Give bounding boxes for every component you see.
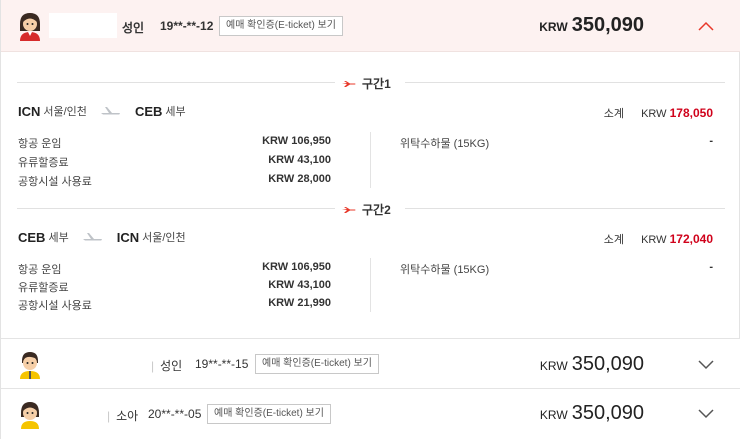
baggage-label: 위탁수하물 (15KG) [400, 264, 490, 276]
chevron-up-icon[interactable] [698, 21, 714, 31]
passenger-name-redacted [49, 13, 117, 38]
subtotal-currency: KRW [641, 234, 667, 246]
airplane-icon [82, 233, 102, 241]
fee-label: 항공 운임 [18, 264, 62, 276]
fee-value: KRW 43,100 [268, 279, 331, 291]
airplane-icon [342, 80, 356, 87]
subtotal-currency: KRW [641, 108, 667, 120]
segment-label-1: 구간1 [342, 75, 391, 92]
destination-code: ICN [116, 229, 140, 245]
adult-female-avatar-icon [20, 13, 40, 41]
column-divider [370, 132, 371, 188]
origin-code: ICN [18, 103, 41, 119]
total-amount: 350,090 [571, 402, 644, 424]
segment-subtotal-2: 소계 KRW 172,040 [604, 231, 713, 247]
passenger-total: KRW 350,090 [540, 402, 644, 425]
destination-city: 서울/인천 [142, 232, 186, 244]
passenger-total: KRW 350,090 [539, 14, 644, 37]
subtotal-amount: 172,040 [669, 232, 713, 246]
chevron-down-icon[interactable] [698, 409, 714, 419]
passenger-row-1[interactable]: 성인 19**-**-12 예매 확인증(E-ticket) 보기 KRW 350… [1, 0, 740, 52]
baggage-value: - [709, 135, 713, 147]
subtotal-label: 소계 [603, 108, 625, 120]
passenger-row-2[interactable]: | 성인 19**-**-15 예매 확인증(E-ticket) 보기 KRW 35… [1, 338, 740, 389]
destination-code: CEB [134, 103, 163, 119]
destination-city: 세부 [165, 106, 186, 118]
passenger-row-3[interactable]: | 소아 20**-**-05 예매 확인증(E-ticket) 보기 KRW 35… [1, 389, 740, 439]
fee-label: 공항시설 사용료 [18, 300, 92, 312]
fare-detail-panel: 성인 19**-**-12 예매 확인증(E-ticket) 보기 KRW 350… [0, 0, 740, 439]
fee-label: 항공 운임 [18, 138, 62, 150]
fee-label: 유류할증료 [18, 282, 69, 294]
fee-value: KRW 106,950 [262, 135, 331, 147]
total-amount: 350,090 [571, 14, 644, 36]
adult-male-avatar-icon [20, 352, 40, 379]
fee-value: KRW 21,990 [268, 297, 331, 309]
passenger-type: 성인 [122, 21, 145, 35]
passenger-total: KRW 350,090 [540, 353, 644, 376]
fee-value: KRW 43,100 [268, 154, 331, 166]
currency-label: KRW [539, 359, 568, 373]
subtotal-amount: 178,050 [669, 106, 713, 120]
segment-subtotal-1: 소계 KRW 178,050 [604, 105, 713, 121]
segment-label-2: 구간2 [342, 201, 391, 218]
segment-route-1: ICN 서울/인천 CEB 세부 [18, 103, 186, 119]
baggage-label: 위탁수하물 (15KG) [400, 138, 490, 150]
passenger-birthdate: 19**-**-15 [195, 357, 249, 371]
fee-value: KRW 28,000 [268, 173, 331, 185]
child-avatar-icon [21, 402, 39, 429]
total-amount: 350,090 [571, 353, 644, 375]
passenger-type: | 성인 [151, 359, 183, 373]
segment-divider-1: 구간1 [17, 75, 725, 92]
baggage-value: - [709, 261, 713, 273]
origin-city: 서울/인천 [43, 106, 87, 118]
passenger-birthdate: 19**-**-12 [160, 19, 214, 33]
fee-label: 공항시설 사용료 [18, 176, 92, 188]
airplane-icon [100, 107, 120, 115]
currency-label: KRW [539, 20, 568, 34]
view-eticket-button[interactable]: 예매 확인증(E-ticket) 보기 [207, 404, 331, 424]
fee-value: KRW 106,950 [262, 261, 331, 273]
airplane-icon [342, 206, 356, 213]
view-eticket-button[interactable]: 예매 확인증(E-ticket) 보기 [219, 16, 343, 36]
column-divider [370, 258, 371, 312]
origin-code: CEB [18, 229, 46, 245]
chevron-down-icon[interactable] [698, 360, 714, 370]
subtotal-label: 소계 [603, 234, 625, 246]
segment-route-2: CEB 세부 ICN 서울/인천 [18, 229, 186, 245]
passenger-type: | 소아 [107, 409, 139, 423]
fee-label: 유류할증료 [18, 157, 69, 169]
segment-divider-2: 구간2 [17, 201, 725, 218]
view-eticket-button[interactable]: 예매 확인증(E-ticket) 보기 [255, 354, 379, 374]
origin-city: 세부 [48, 232, 69, 244]
passenger-birthdate: 20**-**-05 [148, 407, 202, 421]
currency-label: KRW [539, 408, 568, 422]
